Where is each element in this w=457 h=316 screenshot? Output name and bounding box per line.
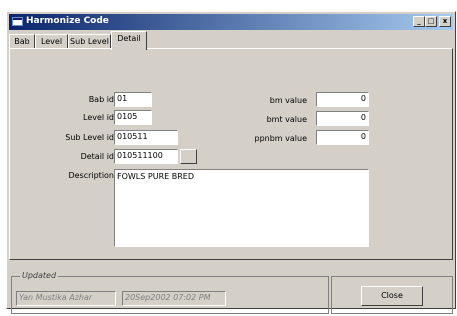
tab-level[interactable]: Level xyxy=(35,34,68,49)
description-label: Description xyxy=(68,171,114,180)
sub-level-id-field[interactable]: 010511 xyxy=(114,130,178,145)
bab-id-label: Bab id xyxy=(88,95,114,104)
tab-bab[interactable]: Bab xyxy=(9,34,35,49)
tab-strip: Bab Level Sub Level Detail xyxy=(9,31,453,50)
title-bar[interactable]: Harmonize Code _ □ x xyxy=(9,14,453,30)
bab-id-field[interactable]: 01 xyxy=(114,92,152,107)
bm-value-label: bm value xyxy=(269,96,307,105)
tab-sub-level[interactable]: Sub Level xyxy=(68,34,111,49)
updated-user-field: Yan Mustika Azhar xyxy=(16,291,116,306)
tab-detail[interactable]: Detail xyxy=(111,31,147,50)
minimize-icon[interactable]: _ xyxy=(413,16,425,27)
detail-lookup-button[interactable] xyxy=(180,149,197,164)
level-id-label: Level id xyxy=(83,113,114,122)
bmt-value-field[interactable]: 0 xyxy=(316,111,369,126)
sub-level-id-label: Sub Level id xyxy=(65,133,114,142)
updated-title: Updated xyxy=(20,271,59,280)
bmt-value-label: bmt value xyxy=(266,115,307,124)
level-id-field[interactable]: 0105 xyxy=(114,110,152,125)
ppnbm-value-label: ppnbm value xyxy=(254,134,308,143)
ppnbm-value-field[interactable]: 0 xyxy=(316,130,369,145)
app-icon xyxy=(12,17,23,26)
updated-groupbox: Updated Yan Mustika Azhar 20Sep2002 07:0… xyxy=(11,271,329,314)
detail-panel: Bab id 01 Level id 0105 Sub Level id 010… xyxy=(9,48,453,260)
close-window-icon[interactable]: x xyxy=(439,16,451,27)
button-frame: Close xyxy=(331,276,453,314)
detail-id-field[interactable]: 010511100 xyxy=(114,149,178,164)
maximize-icon[interactable]: □ xyxy=(425,16,437,27)
window-title: Harmonize Code xyxy=(26,16,109,26)
bm-value-field[interactable]: 0 xyxy=(316,92,369,107)
description-field[interactable]: FOWLS PURE BRED xyxy=(114,169,369,247)
updated-timestamp-field: 20Sep2002 07:02 PM xyxy=(122,291,226,306)
close-button[interactable]: Close xyxy=(361,286,423,306)
detail-id-label: Detail id xyxy=(80,152,114,161)
harmonize-code-window: Harmonize Code _ □ x Bab Level Sub Level… xyxy=(6,11,456,314)
